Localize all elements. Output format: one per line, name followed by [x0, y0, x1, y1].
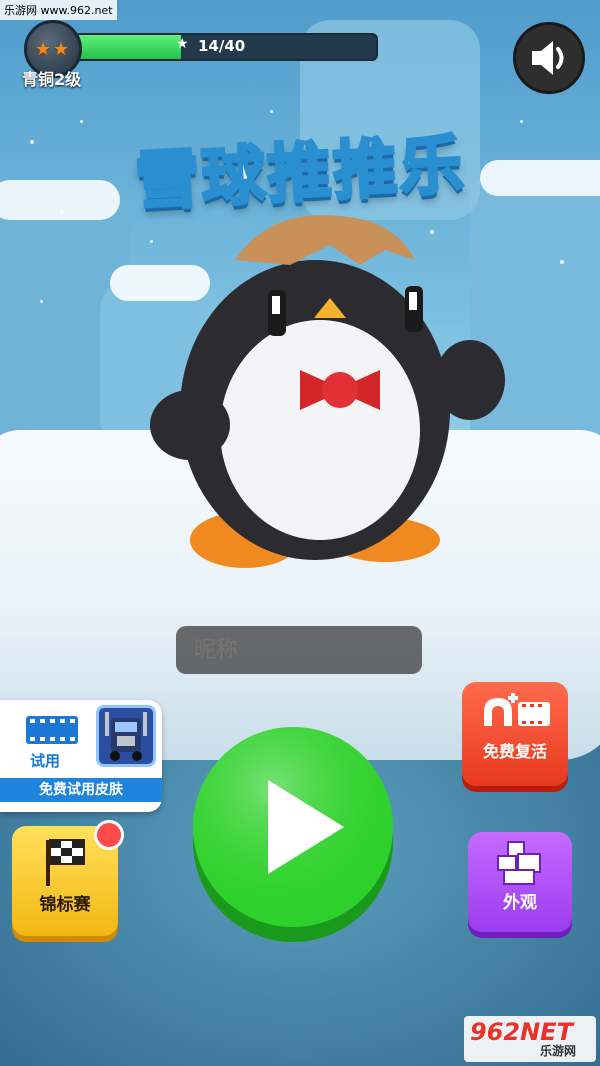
trial-label: 试用 — [30, 752, 61, 770]
film-icon — [26, 716, 78, 744]
site-watermark: 乐游网 www.962.net — [0, 0, 117, 20]
nickname-input[interactable] — [176, 626, 422, 674]
blocks-icon — [497, 841, 541, 885]
star-icon: ★ — [176, 36, 189, 52]
xp-progress-fill — [76, 35, 181, 59]
penguin-character — [150, 215, 505, 568]
championship-label: 锦标赛 — [39, 895, 91, 915]
play-button[interactable] — [190, 724, 396, 942]
skins-label: 外观 — [503, 893, 537, 913]
xp-progress-text: 14/40 — [198, 37, 246, 55]
rank-label: 青铜2级 — [22, 70, 82, 89]
skins-button[interactable] — [468, 832, 572, 932]
sound-toggle-button[interactable] — [513, 22, 585, 94]
truck-skin-thumbnail — [96, 705, 156, 767]
free-revive-button[interactable] — [462, 682, 568, 786]
rank-star-icon: ★ — [35, 39, 52, 60]
watermark-logo-subtext: 乐游网 — [540, 1044, 577, 1058]
flag-icon — [46, 839, 85, 886]
free-revive-label: 免费复活 — [482, 742, 547, 761]
rank-star-icon: ★ — [53, 39, 70, 60]
revive-icon — [484, 693, 550, 726]
trial-skin-label: 免费试用皮肤 — [0, 778, 162, 802]
notification-dot — [94, 820, 124, 850]
sound-icon — [532, 41, 564, 75]
